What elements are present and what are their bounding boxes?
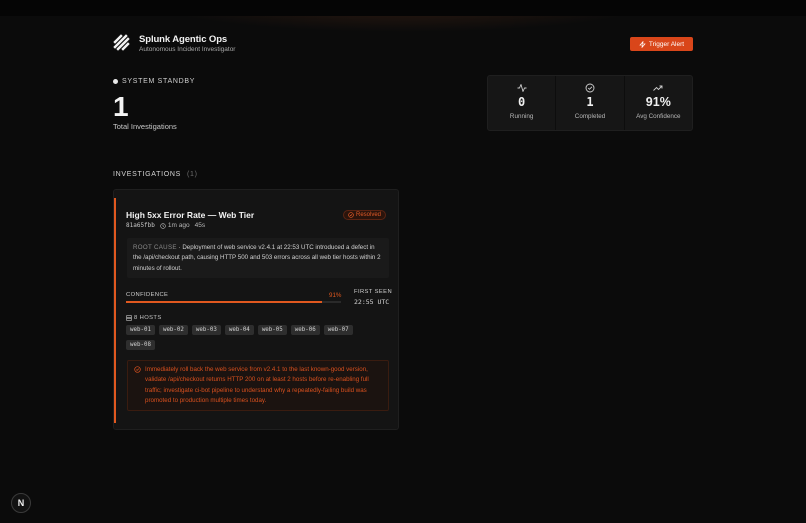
confidence-bar	[126, 301, 341, 303]
stat-avg-confidence: 91% Avg Confidence	[623, 76, 692, 130]
hosts-label-text: 8 HOSTS	[134, 315, 162, 321]
trending-up-icon	[653, 85, 663, 91]
host-chip[interactable]: web-04	[224, 325, 254, 335]
stats-panel: 0 Running 1 Completed 91% Avg Confidence	[487, 75, 693, 131]
host-chip[interactable]: web-03	[191, 325, 221, 335]
card-accent-bar	[114, 198, 116, 423]
investigation-meta: 81a65fbb 1m ago 45s	[126, 222, 205, 229]
brand-text: Splunk Agentic Ops Autonomous Incident I…	[139, 34, 235, 54]
host-chip[interactable]: web-06	[290, 325, 320, 335]
investigation-id: 81a65fbb	[126, 222, 155, 229]
first-seen-value: 22:55 UTC	[354, 298, 390, 306]
hosts-label: 8 HOSTS	[126, 315, 162, 321]
app-subtitle: Autonomous Incident Investigator	[139, 46, 236, 53]
host-chip[interactable]: web-08	[126, 340, 155, 350]
host-chip-list: web-01 web-02 web-03 web-04 web-05 web-0…	[126, 325, 376, 350]
status-badge: Resolved	[343, 210, 387, 220]
investigation-duration: 45s	[194, 222, 206, 229]
investigation-card[interactable]: High 5xx Error Rate — Web Tier Resolved …	[113, 189, 399, 430]
system-status: SYSTEM STANDBY	[113, 78, 195, 85]
host-chip[interactable]: web-02	[158, 325, 188, 335]
app-page: Splunk Agentic Ops Autonomous Incident I…	[0, 0, 806, 523]
app-title: Splunk Agentic Ops	[139, 34, 228, 45]
root-cause-label: ROOT CAUSE	[133, 244, 177, 251]
top-bar	[0, 0, 806, 16]
status-label: SYSTEM STANDBY	[122, 78, 196, 85]
stat-running: 0 Running	[488, 76, 555, 130]
alert-circle-icon	[134, 366, 141, 373]
splunk-logo-icon	[113, 34, 130, 51]
host-chip[interactable]: web-07	[323, 325, 353, 335]
zap-icon	[639, 40, 646, 48]
investigations-count: (1)	[187, 171, 198, 178]
stat-completed: 1 Completed	[555, 76, 623, 130]
root-cause-box: ROOT CAUSE · Deployment of web service v…	[127, 238, 389, 278]
brand: Splunk Agentic Ops Autonomous Incident I…	[113, 34, 235, 54]
investigations-heading-label: INVESTIGATIONS	[113, 171, 182, 178]
trigger-alert-label: Trigger Alert	[648, 40, 685, 48]
activity-icon	[517, 84, 527, 92]
total-investigations-caption: Total Investigations	[113, 122, 177, 131]
status-badge-label: Resolved	[356, 212, 382, 218]
stat-avg-confidence-value: 91%	[645, 95, 671, 109]
clock-icon	[160, 222, 166, 229]
status-dot	[113, 79, 118, 84]
stat-completed-value: 1	[586, 95, 594, 109]
resolved-icon	[348, 212, 354, 218]
stat-completed-label: Completed	[574, 113, 606, 120]
first-seen-label: FIRST SEEN	[354, 289, 393, 295]
confidence-label: CONFIDENCE	[126, 292, 169, 298]
server-icon	[126, 315, 132, 321]
recommended-action-text: Immediately roll back the web service fr…	[145, 366, 369, 405]
host-chip[interactable]: web-01	[126, 325, 155, 335]
confidence-bar-fill	[126, 301, 322, 303]
investigations-heading: INVESTIGATIONS (1)	[113, 171, 198, 178]
investigation-title: High 5xx Error Rate — Web Tier	[126, 210, 255, 220]
confidence-value: 91%	[329, 292, 342, 299]
stat-running-label: Running	[509, 113, 534, 120]
stat-avg-confidence-label: Avg Confidence	[636, 113, 681, 120]
recommended-action-box: Immediately roll back the web service fr…	[127, 360, 389, 411]
total-investigations-count: 1	[113, 91, 129, 122]
check-circle-icon	[585, 83, 595, 93]
investigation-age-label: 1m ago	[167, 222, 190, 229]
trigger-alert-button[interactable]: Trigger Alert	[630, 37, 693, 51]
stat-running-value: 0	[518, 95, 526, 109]
investigation-age: 1m ago	[160, 222, 190, 229]
nextjs-dev-badge[interactable]: N	[11, 493, 31, 513]
host-chip[interactable]: web-05	[257, 325, 287, 335]
